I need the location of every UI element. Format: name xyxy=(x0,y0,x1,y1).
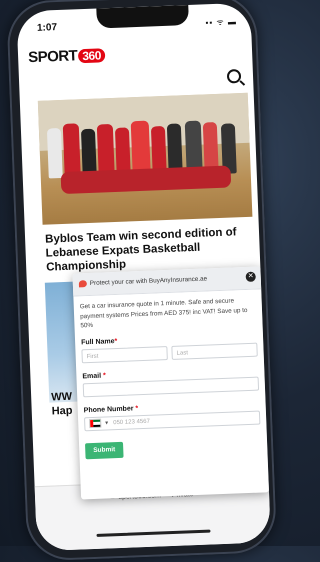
insurance-popup: Protect your car with BuyAnyInsurance.ae… xyxy=(72,266,270,500)
player-figure xyxy=(46,127,63,179)
heart-logo-icon xyxy=(78,280,88,288)
phone-field[interactable]: ▼ 050 123 4567 xyxy=(83,410,261,431)
submit-button[interactable]: Submit xyxy=(84,441,124,459)
required-mark: * xyxy=(135,404,139,412)
email-label-text: Email xyxy=(82,372,102,380)
email-field[interactable] xyxy=(82,376,260,397)
popup-intro-text: Get a car insurance quote in 1 minute. S… xyxy=(79,297,248,330)
status-time: 1:07 xyxy=(36,22,58,34)
phone-screen: 1:07 ▪▪ ᯤ ▬ SPORT 360 Byblos Team win sec… xyxy=(16,2,271,552)
popup-title: Protect your car with BuyAnyInsurance.ae xyxy=(89,275,208,287)
logo-text: SPORT xyxy=(27,47,78,67)
required-mark: * xyxy=(114,337,118,345)
uae-flag-icon[interactable] xyxy=(89,418,102,429)
required-mark: * xyxy=(102,371,106,380)
phone-label-text: Phone Number xyxy=(83,404,134,414)
phone-placeholder: 050 123 4567 xyxy=(113,418,150,426)
home-indicator[interactable] xyxy=(96,529,211,537)
search-icon[interactable] xyxy=(226,69,242,84)
first-name-field[interactable]: First xyxy=(81,345,168,363)
logo-number: 360 xyxy=(78,48,106,64)
chevron-down-icon[interactable]: ▼ xyxy=(104,416,109,430)
name-fields-row: First Last xyxy=(81,342,258,363)
article-hero-image[interactable] xyxy=(37,92,253,225)
notch xyxy=(96,5,190,29)
close-icon[interactable]: ✕ xyxy=(245,271,256,282)
status-icons: ▪▪ ᯤ ▬ xyxy=(205,17,238,28)
popup-body: Get a car insurance quote in 1 minute. S… xyxy=(73,289,267,459)
phone-frame: 1:07 ▪▪ ᯤ ▬ SPORT 360 Byblos Team win sec… xyxy=(6,0,278,562)
second-article-headline[interactable]: WW Hap xyxy=(51,389,80,418)
site-logo[interactable]: SPORT 360 xyxy=(27,46,106,67)
player-figure xyxy=(130,120,151,174)
last-name-field[interactable]: Last xyxy=(171,342,258,360)
full-name-label-text: Full Name xyxy=(80,337,115,346)
